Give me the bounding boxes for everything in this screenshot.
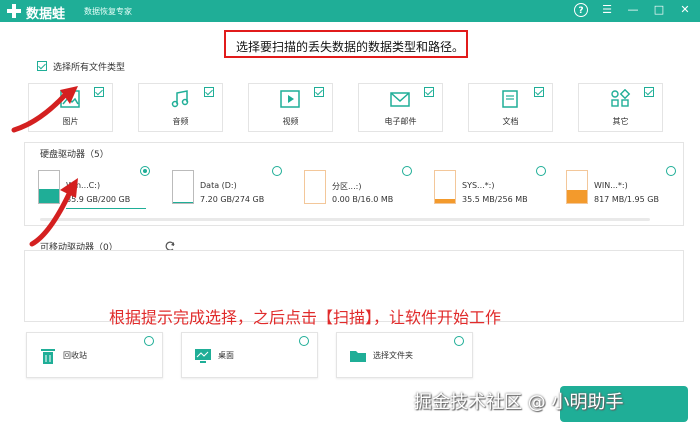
desktop-option[interactable]: 桌面	[181, 332, 318, 378]
window-controls: ? ☰ — □ ✕	[574, 3, 692, 17]
drive-name: Data (D:)	[200, 181, 237, 190]
drive-icon	[566, 170, 588, 204]
watermark: 掘金技术社区 @ 小明助手	[414, 392, 624, 413]
drive-item[interactable]: Data (D:) 7.20 GB/274 GB	[172, 166, 284, 210]
select-folder-option[interactable]: 选择文件夹	[336, 332, 473, 378]
drive-icon	[434, 170, 456, 204]
file-type-audio-checkbox[interactable]	[204, 87, 214, 97]
drive-size: 35.5 MB/256 MB	[462, 195, 528, 204]
option-radio[interactable]	[299, 336, 309, 346]
mail-icon	[390, 92, 410, 107]
drive-radio[interactable]	[140, 166, 150, 176]
file-type-other-checkbox[interactable]	[644, 87, 654, 97]
drive-item[interactable]: WIN...*:) 817 MB/1.95 GB	[566, 166, 678, 210]
folder-icon	[350, 351, 366, 362]
document-icon	[502, 90, 518, 108]
drive-name: 分区...:)	[332, 182, 362, 191]
file-type-email-checkbox[interactable]	[424, 87, 434, 97]
drive-size: 7.20 GB/274 GB	[200, 195, 265, 204]
instruction-highlight: 选择要扫描的丢失数据的数据类型和路径。	[224, 30, 468, 58]
drive-size: 0.00 B/16.0 MB	[332, 195, 394, 204]
option-radio[interactable]	[454, 336, 464, 346]
drive-name: WIN...*:)	[594, 181, 628, 190]
file-type-label: 其它	[612, 117, 629, 126]
select-all-checkbox[interactable]	[37, 61, 47, 71]
drive-icon	[304, 170, 326, 204]
drive-size: 817 MB/1.95 GB	[594, 195, 659, 204]
desktop-icon	[195, 349, 211, 363]
option-radio[interactable]	[144, 336, 154, 346]
tutorial-hint-text: 根据提示完成选择，之后点击【扫描】，让软件开始工作	[109, 308, 502, 327]
select-all-label: 选择所有文件类型	[53, 63, 126, 73]
file-type-other[interactable]: 其它	[578, 83, 663, 132]
drives-scrollbar[interactable]	[40, 218, 650, 221]
hard-drives-title: 硬盘驱动器（5）	[40, 150, 109, 160]
menu-icon[interactable]: ☰	[600, 3, 614, 17]
minimize-icon[interactable]: —	[626, 3, 640, 17]
other-icon	[611, 89, 631, 107]
file-type-label: 音频	[172, 117, 189, 126]
file-type-document-checkbox[interactable]	[534, 87, 544, 97]
maximize-icon[interactable]: □	[652, 3, 666, 17]
drive-item[interactable]: 分区...:) 0.00 B/16.0 MB	[304, 166, 416, 210]
video-icon	[280, 90, 300, 108]
drive-radio[interactable]	[402, 166, 412, 176]
drive-radio[interactable]	[666, 166, 676, 176]
drive-radio[interactable]	[536, 166, 546, 176]
drive-radio[interactable]	[272, 166, 282, 176]
option-label: 回收站	[63, 351, 87, 360]
recycle-bin-option[interactable]: 回收站	[26, 332, 163, 378]
file-type-label: 文档	[502, 117, 519, 126]
help-icon[interactable]: ?	[574, 3, 588, 17]
option-label: 选择文件夹	[373, 351, 413, 360]
file-type-email[interactable]: 电子邮件	[358, 83, 443, 132]
file-type-label: 电子邮件	[384, 117, 417, 126]
drive-name: SYS...*:)	[462, 181, 495, 190]
annotation-arrow-icon	[11, 86, 78, 133]
file-type-video-checkbox[interactable]	[314, 87, 324, 97]
file-type-document[interactable]: 文档	[468, 83, 553, 132]
app-logo-icon	[7, 4, 21, 18]
recycle-bin-icon	[41, 349, 55, 364]
app-name: 数据蛙	[26, 7, 66, 22]
file-type-video[interactable]: 视频	[248, 83, 333, 132]
file-type-label: 视频	[282, 117, 299, 126]
music-icon	[171, 90, 189, 108]
annotation-arrow-icon	[29, 178, 78, 247]
close-icon[interactable]: ✕	[678, 3, 692, 17]
title-bar: 数据蛙 数据恢复专家 ? ☰ — □ ✕	[0, 0, 700, 22]
instruction-text: 选择要扫描的丢失数据的数据类型和路径。	[236, 40, 465, 54]
drive-icon	[172, 170, 194, 204]
drive-item[interactable]: SYS...*:) 35.5 MB/256 MB	[434, 166, 546, 210]
app-subtitle: 数据恢复专家	[84, 7, 132, 16]
file-type-audio[interactable]: 音频	[138, 83, 223, 132]
file-type-image-checkbox[interactable]	[94, 87, 104, 97]
option-label: 桌面	[218, 351, 234, 360]
